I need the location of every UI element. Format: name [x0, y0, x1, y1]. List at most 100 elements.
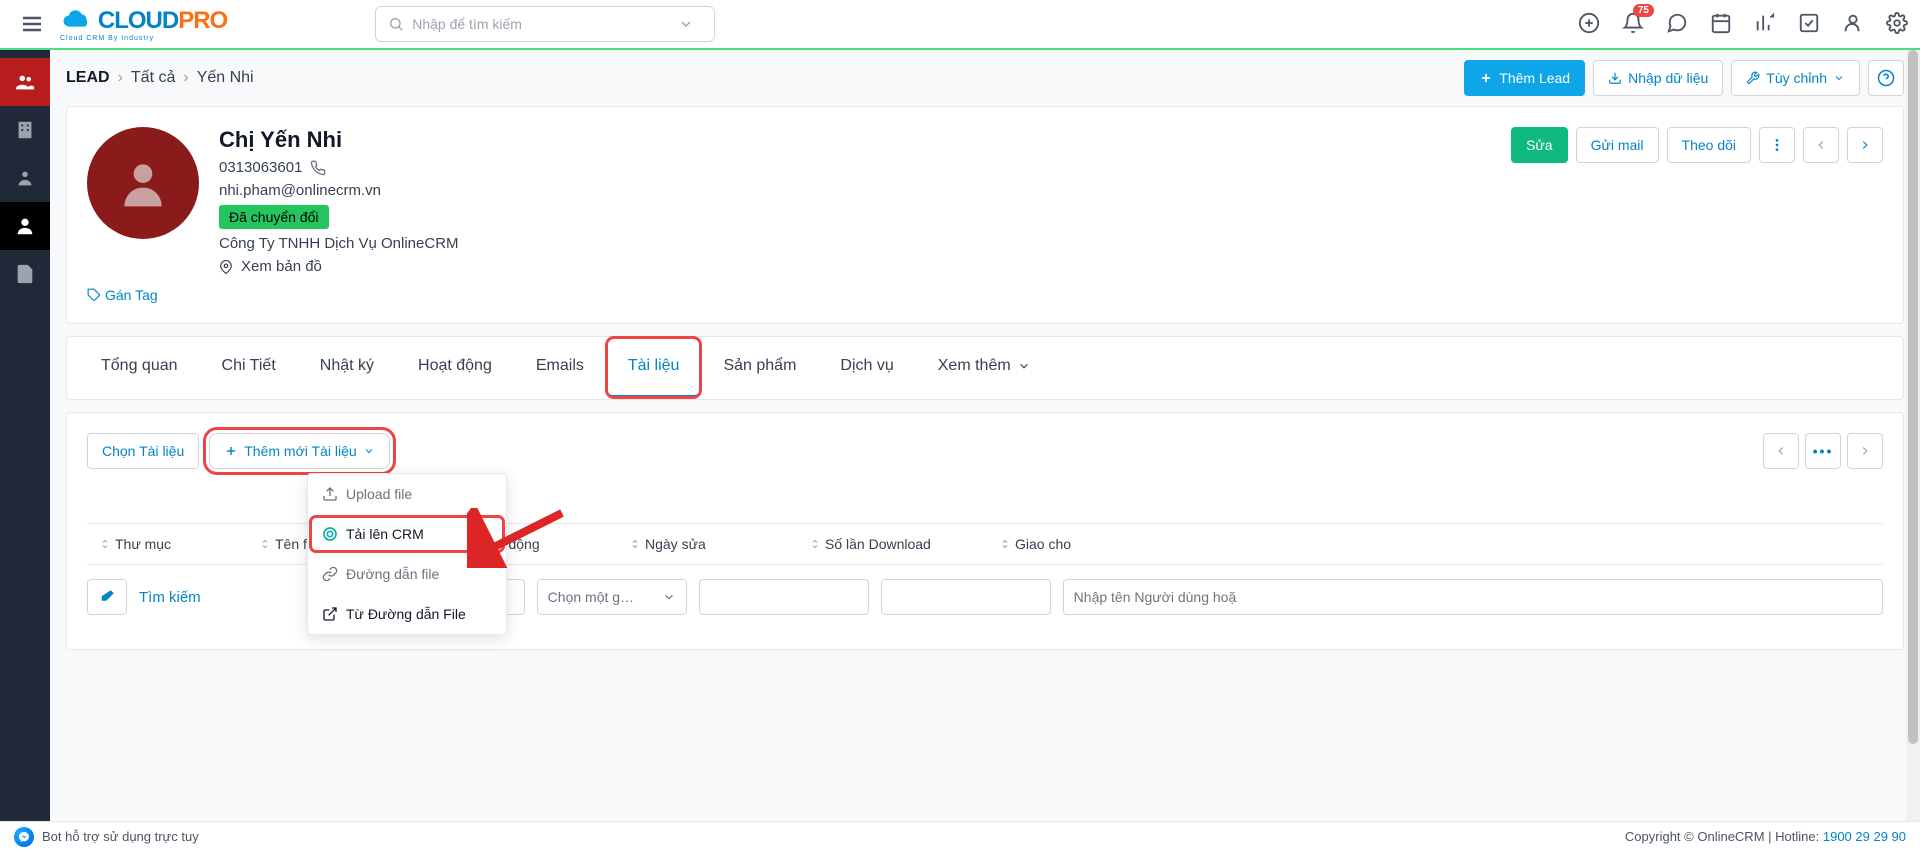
tab-log[interactable]: Nhật ký [298, 337, 396, 398]
sidebar-item-contacts[interactable] [0, 154, 50, 202]
profile-company: Công Ty TNHH Dịch Vụ OnlineCRM [219, 235, 459, 252]
dots-vertical-icon [1769, 137, 1785, 153]
sidebar-item-companies[interactable] [0, 106, 50, 154]
help-button[interactable] [1868, 60, 1904, 96]
chevron-left-icon [1814, 138, 1828, 152]
chevron-down-icon [363, 445, 375, 457]
chevron-down-icon [678, 16, 694, 32]
left-sidebar [0, 50, 50, 851]
dropdown-file-link[interactable]: Đường dẫn file [308, 554, 506, 594]
bot-label[interactable]: Bot hỗ trợ sử dụng trực tuy [42, 829, 199, 844]
follow-button[interactable]: Theo dõi [1667, 127, 1751, 163]
import-data-button[interactable]: Nhập dữ liệu [1593, 60, 1723, 96]
chevron-down-icon [1017, 359, 1031, 373]
person-solid-icon [14, 215, 36, 237]
checkbox-icon [1798, 12, 1820, 34]
messenger-icon[interactable] [14, 827, 34, 847]
select-document-button[interactable]: Chọn Tài liệu [87, 433, 199, 469]
chevron-right-icon: › [118, 69, 123, 87]
send-mail-button[interactable]: Gửi mail [1576, 127, 1659, 163]
chevron-down-icon [662, 590, 676, 604]
filter-downloads-input[interactable] [881, 579, 1051, 615]
crumb-level2: Yến Nhi [197, 69, 254, 87]
copyright-label: Copyright © OnlineCRM [1625, 829, 1765, 844]
profile-email[interactable]: nhi.pham@onlinecrm.vn [219, 182, 381, 199]
documents-pagination: ••• [1763, 433, 1883, 469]
document-icon [14, 263, 36, 285]
filter-assigned-input[interactable] [1063, 579, 1883, 615]
page-next-button[interactable] [1847, 433, 1883, 469]
tasks-button[interactable] [1798, 12, 1820, 37]
tab-products[interactable]: Sản phẩm [701, 337, 818, 398]
crumb-root[interactable]: LEAD [66, 69, 110, 87]
profile-actions: Sửa Gửi mail Theo dõi [1511, 127, 1883, 275]
notification-count: 75 [1633, 4, 1654, 17]
add-button[interactable] [1578, 12, 1600, 37]
add-document-button[interactable]: Thêm mới Tài liệu [209, 433, 389, 469]
dropdown-upload-file[interactable]: Upload file [308, 474, 506, 514]
main-content: LEAD › Tất cả › Yến Nhi Thêm Lead Nhập d… [50, 50, 1920, 650]
customize-button[interactable]: Tùy chỉnh [1731, 60, 1860, 96]
next-record-button[interactable] [1847, 127, 1883, 163]
reports-button[interactable] [1754, 12, 1776, 37]
sidebar-item-current[interactable] [0, 202, 50, 250]
tag-link[interactable]: Gán Tag [87, 287, 1883, 303]
person-icon [14, 167, 36, 189]
breadcrumb-bar: LEAD › Tất cả › Yến Nhi Thêm Lead Nhập d… [66, 50, 1904, 106]
filter-activity-select[interactable]: Chọn một g… [537, 579, 687, 615]
col-header-folder[interactable]: Thư mục [87, 536, 247, 552]
col-header-modified[interactable]: Ngày sửa [617, 536, 797, 552]
tab-activity[interactable]: Hoạt động [396, 337, 514, 398]
profile-card: Chị Yến Nhi 0313063601 nhi.pham@onlinecr… [66, 106, 1904, 324]
user-icon [1842, 12, 1864, 34]
tab-overview[interactable]: Tổng quan [79, 337, 200, 398]
hotline-number[interactable]: 1900 29 29 90 [1823, 829, 1906, 844]
phone-icon[interactable] [310, 160, 326, 176]
hamburger-icon [20, 12, 44, 36]
menu-toggle-button[interactable] [12, 4, 52, 44]
help-icon [1877, 69, 1895, 87]
dropdown-upload-crm[interactable]: Tải lên CRM [308, 514, 506, 554]
vertical-scrollbar[interactable] [1906, 50, 1920, 821]
tab-services[interactable]: Dịch vụ [818, 337, 915, 398]
profile-button[interactable] [1842, 12, 1864, 37]
page-more-button[interactable]: ••• [1805, 433, 1841, 469]
download-icon [1608, 71, 1622, 85]
sidebar-item-documents[interactable] [0, 250, 50, 298]
tab-documents[interactable]: Tài liệu [606, 337, 702, 398]
app-logo[interactable]: CLOUDPRO Cloud CRM By Industry [60, 6, 227, 42]
sidebar-item-leads[interactable] [0, 58, 50, 106]
map-link[interactable]: Xem bản đồ [219, 258, 1491, 275]
dropdown-from-link[interactable]: Từ Đường dẫn File [308, 594, 506, 634]
settings-button[interactable] [1886, 12, 1908, 37]
people-icon [14, 71, 36, 93]
avatar[interactable] [87, 127, 199, 239]
global-search-input[interactable]: Nhập để tìm kiếm [375, 6, 715, 42]
filter-modified-input[interactable] [699, 579, 869, 615]
edit-button[interactable]: Sửa [1511, 127, 1568, 163]
add-lead-button[interactable]: Thêm Lead [1464, 60, 1585, 96]
external-link-icon [322, 606, 338, 622]
scrollbar-thumb[interactable] [1908, 50, 1918, 744]
page-prev-button[interactable] [1763, 433, 1799, 469]
gear-icon [1886, 12, 1908, 34]
clear-filters-button[interactable] [87, 579, 127, 615]
calendar-button[interactable] [1710, 12, 1732, 37]
chat-button[interactable] [1666, 12, 1688, 37]
crumb-level1[interactable]: Tất cả [131, 69, 175, 87]
add-document-dropdown: Upload file Tải lên CRM Đường dẫn file T… [307, 473, 507, 635]
breadcrumb-actions: Thêm Lead Nhập dữ liệu Tùy chỉnh [1464, 60, 1904, 96]
tab-more[interactable]: Xem thêm [916, 337, 1053, 398]
chevron-right-icon [1858, 444, 1872, 458]
logo-text-main: CLOUD [98, 7, 178, 34]
upload-icon [322, 486, 338, 502]
tab-details[interactable]: Chi Tiết [200, 337, 298, 398]
notifications-button[interactable]: 75 [1622, 12, 1644, 37]
tab-emails[interactable]: Emails [514, 337, 606, 398]
search-filter-button[interactable]: Tìm kiếm [139, 589, 201, 606]
more-button[interactable] [1759, 127, 1795, 163]
col-header-assigned[interactable]: Giao cho [987, 536, 1883, 552]
prev-record-button[interactable] [1803, 127, 1839, 163]
col-header-downloads[interactable]: Số lần Download [797, 536, 987, 552]
chevron-right-icon [1858, 138, 1872, 152]
